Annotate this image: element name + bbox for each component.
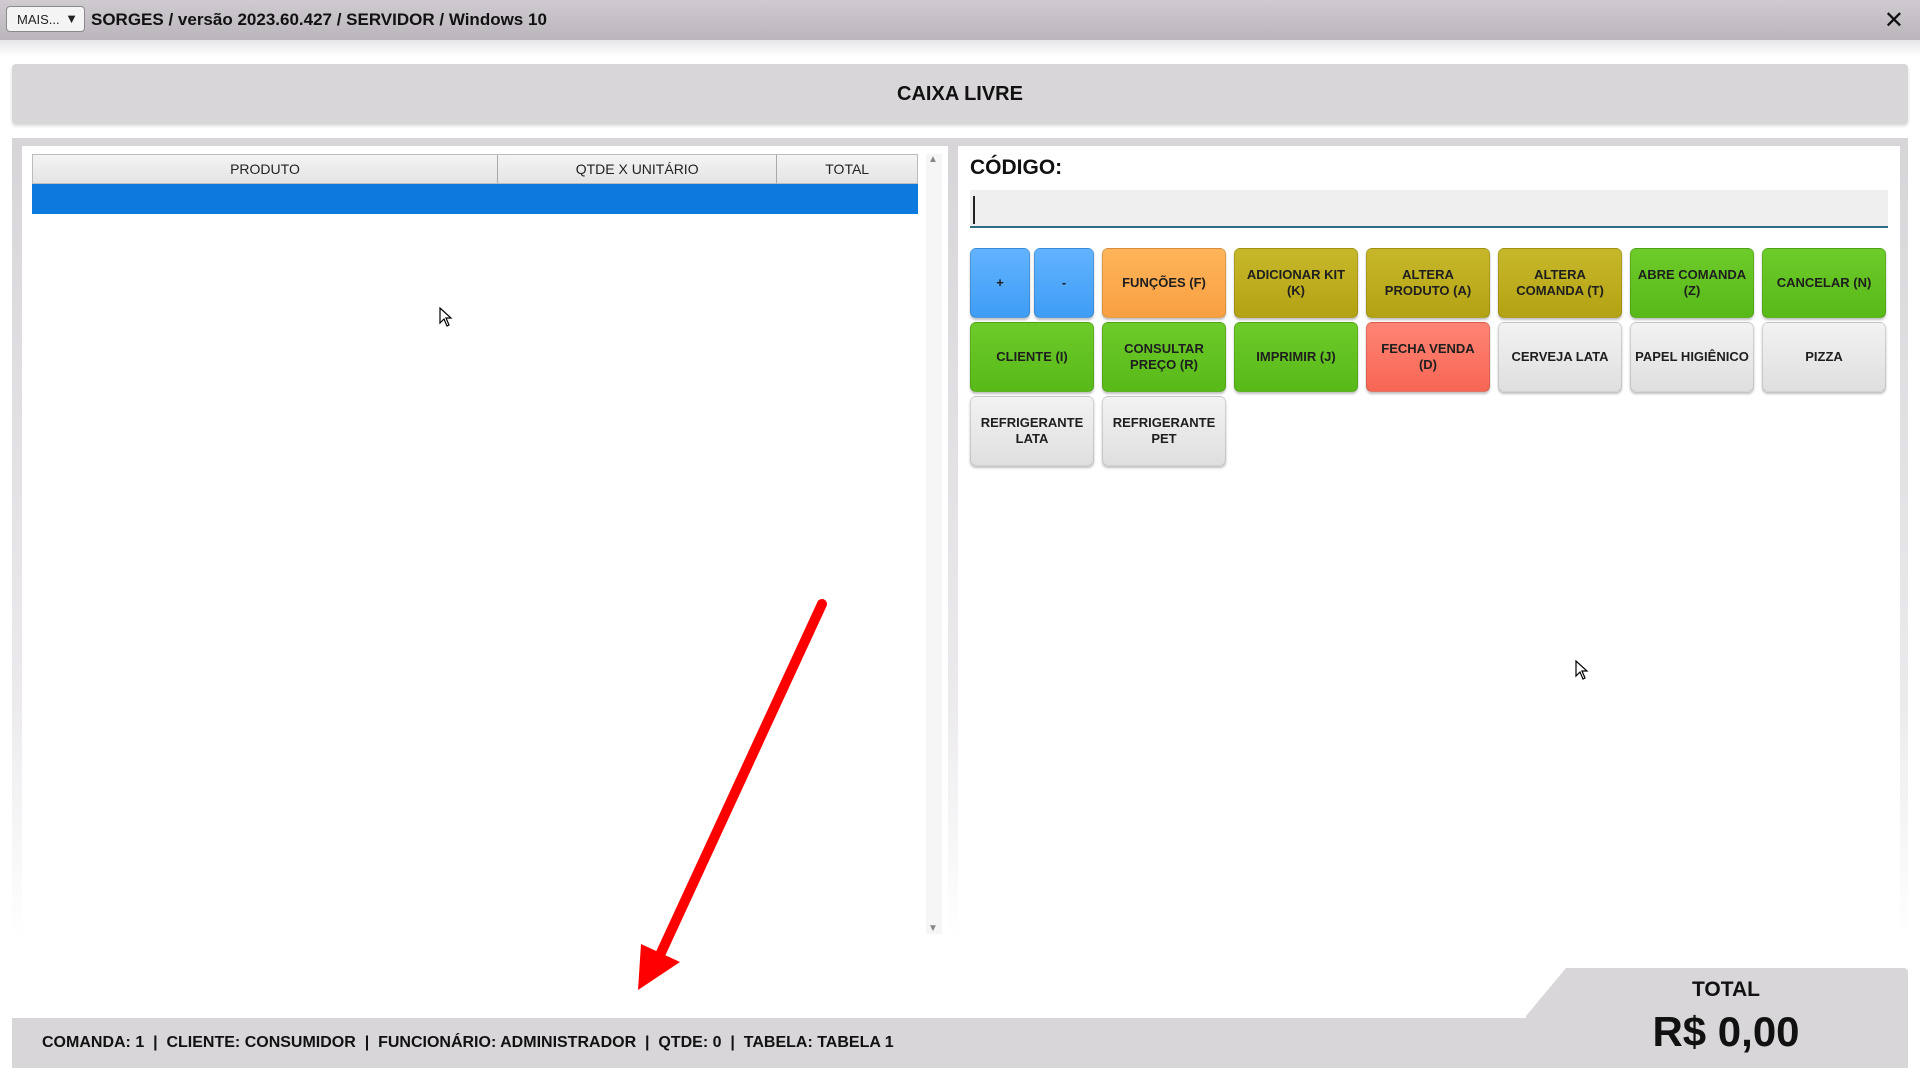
footer-info-bar: COMANDA: 1 | CLIENTE: CONSUMIDOR | FUNCI… bbox=[12, 1018, 1532, 1068]
window-title: SORGES / versão 2023.60.427 / SERVIDOR /… bbox=[91, 10, 547, 29]
actions-panel: CÓDIGO: + - FUNÇÕES (F) ADICIONAR KIT (K) AL… bbox=[958, 146, 1900, 936]
refrigerante-pet-button[interactable]: REFRIGERANTE PET bbox=[1102, 396, 1226, 466]
column-header-qtde[interactable]: QTDE X UNITÁRIO bbox=[498, 155, 778, 183]
pizza-button[interactable]: PIZZA bbox=[1762, 322, 1886, 392]
mouse-cursor-icon bbox=[439, 307, 453, 327]
caixa-status-bar: CAIXA LIVRE bbox=[12, 64, 1908, 124]
mais-menu-button[interactable]: MAIS... ▼ bbox=[6, 6, 85, 32]
minus-button[interactable]: - bbox=[1034, 248, 1094, 318]
altera-produto-a-button[interactable]: ALTERA PRODUTO (A) bbox=[1366, 248, 1490, 318]
close-icon[interactable]: ✕ bbox=[1884, 6, 1904, 35]
product-grid-panel: PRODUTO QTDE X UNITÁRIO TOTAL ▲ ▼ bbox=[22, 146, 948, 936]
total-label: TOTAL bbox=[1691, 978, 1761, 1001]
fun-es-f-button[interactable]: FUNÇÕES (F) bbox=[1102, 248, 1226, 318]
codigo-input[interactable] bbox=[970, 190, 1888, 228]
scroll-up-icon[interactable]: ▲ bbox=[928, 154, 938, 165]
selected-grid-row[interactable] bbox=[32, 184, 918, 214]
altera-comanda-t-button[interactable]: ALTERA COMANDA (T) bbox=[1498, 248, 1622, 318]
mouse-cursor-icon bbox=[1575, 660, 1589, 680]
title-bar: MAIS... ▼ SORGES / versão 2023.60.427 / … bbox=[0, 0, 1920, 40]
fecha-venda-d-button[interactable]: FECHA VENDA (D) bbox=[1366, 322, 1490, 392]
papel-higi-nico-button[interactable]: PAPEL HIGIÊNICO bbox=[1630, 322, 1754, 392]
grid-header: PRODUTO QTDE X UNITÁRIO TOTAL bbox=[32, 154, 918, 184]
dropdown-arrow-icon: ▼ bbox=[65, 11, 78, 26]
grid-scrollbar[interactable]: ▲ ▼ bbox=[926, 154, 942, 934]
scroll-down-icon[interactable]: ▼ bbox=[928, 923, 938, 934]
column-header-produto[interactable]: PRODUTO bbox=[33, 155, 498, 183]
plus-button[interactable]: + bbox=[970, 248, 1030, 318]
cerveja-lata-button[interactable]: CERVEJA LATA bbox=[1498, 322, 1622, 392]
title-shadow bbox=[0, 40, 1920, 56]
imprimir-j-button[interactable]: IMPRIMIR (J) bbox=[1234, 322, 1358, 392]
codigo-label: CÓDIGO: bbox=[970, 156, 1063, 179]
text-caret bbox=[973, 196, 975, 224]
adicionar-kit-k-button[interactable]: ADICIONAR KIT (K) bbox=[1234, 248, 1358, 318]
cliente-i-button[interactable]: CLIENTE (I) bbox=[970, 322, 1094, 392]
mais-menu-label: MAIS... bbox=[17, 11, 60, 27]
caixa-status-text: CAIXA LIVRE bbox=[897, 82, 1023, 105]
consultar-pre-o-r-button[interactable]: CONSULTAR PREÇO (R) bbox=[1102, 322, 1226, 392]
total-value: R$ 0,00 bbox=[1652, 1008, 1800, 1055]
column-header-total[interactable]: TOTAL bbox=[777, 155, 917, 183]
footer-info-text: COMANDA: 1 | CLIENTE: CONSUMIDOR | FUNCI… bbox=[42, 1034, 894, 1051]
abre-comanda-z-button[interactable]: ABRE COMANDA (Z) bbox=[1630, 248, 1754, 318]
refrigerante-lata-button[interactable]: REFRIGERANTE LATA bbox=[970, 396, 1094, 466]
cancelar-n-button[interactable]: CANCELAR (N) bbox=[1762, 248, 1886, 318]
